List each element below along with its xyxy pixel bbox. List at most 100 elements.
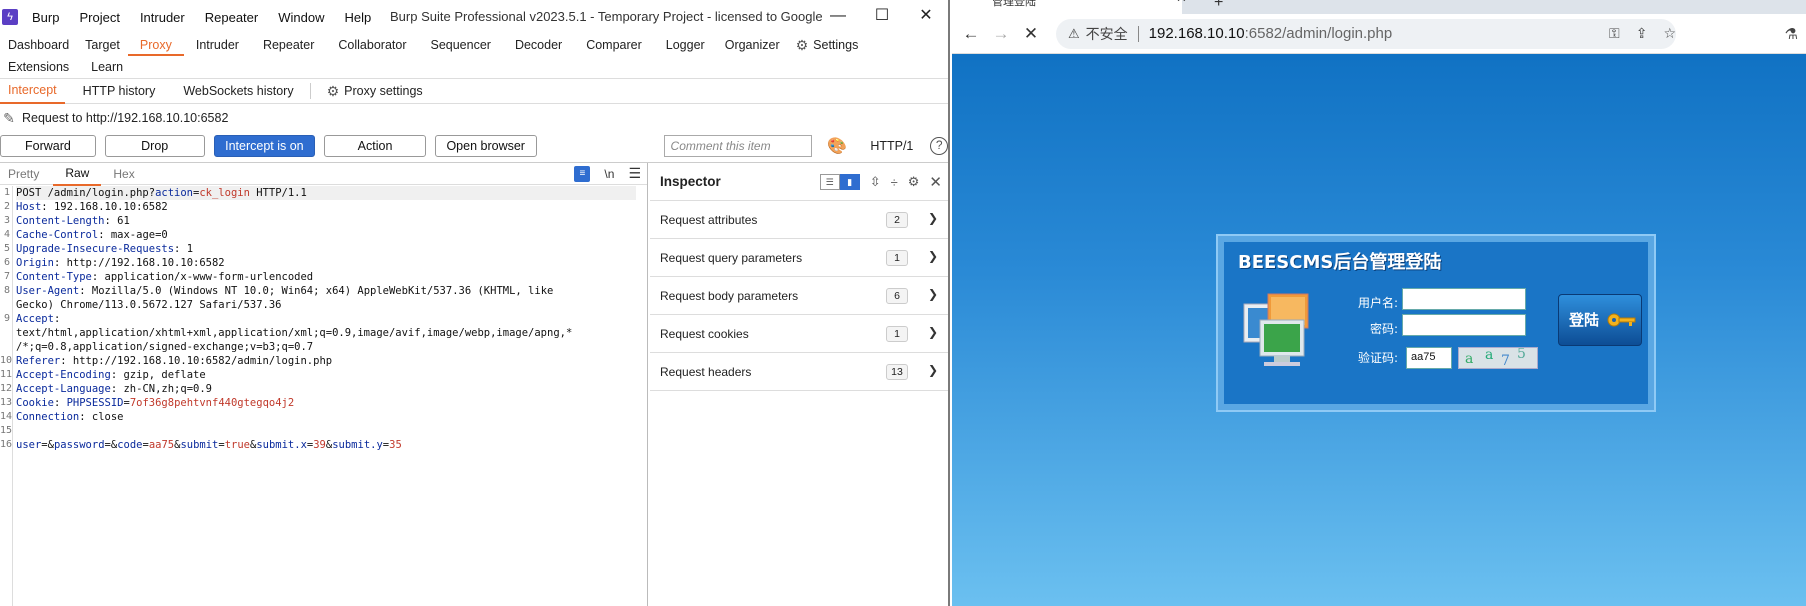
- header-line: Referer: http://192.168.10.10:6582/admin…: [16, 355, 333, 367]
- inspector-row-request-cookies[interactable]: Request cookies 1 ❯: [650, 315, 948, 353]
- inspector-row-request-attributes[interactable]: Request attributes 2 ❯: [650, 201, 948, 239]
- menu-burp[interactable]: Burp: [32, 10, 59, 25]
- line-number: 16: [0, 439, 13, 450]
- intercept-toggle-button[interactable]: Intercept is on: [213, 135, 316, 157]
- browser-tab[interactable]: 管理登陆 ✕: [952, 0, 1187, 14]
- insecure-label[interactable]: 不安全: [1086, 24, 1128, 44]
- share-icon[interactable]: ⇪: [1636, 25, 1648, 42]
- gear-icon[interactable]: ⚙: [908, 174, 920, 190]
- menu-intruder[interactable]: Intruder: [140, 10, 185, 25]
- comment-input[interactable]: Comment this item: [663, 135, 813, 157]
- body-param-name: code: [117, 439, 143, 451]
- tab-learn[interactable]: Learn: [77, 56, 137, 78]
- warning-icon[interactable]: ⚠: [1068, 26, 1080, 42]
- star-icon[interactable]: ☆: [1663, 25, 1676, 42]
- minimize-icon[interactable]: —: [816, 0, 860, 34]
- browser-window: 管理登陆 ✕ + ← → ✕ ⚠ 不安全 192.168.10.10:6582/…: [952, 0, 1806, 606]
- menu-window[interactable]: Window: [278, 10, 324, 25]
- list-view-icon[interactable]: ☰: [819, 174, 840, 190]
- menu-help[interactable]: Help: [344, 10, 371, 25]
- line-number: 8: [3, 285, 10, 296]
- login-box: BEESCMS后台管理登陆 用户名: 密码: 验证码: aa75 a a 7 5…: [1216, 234, 1656, 412]
- help-icon[interactable]: ?: [930, 137, 948, 155]
- tab-websockets-history[interactable]: WebSockets history: [173, 79, 303, 103]
- collapse-all-icon[interactable]: ÷: [891, 175, 898, 190]
- inspector-row-request-query-parameters[interactable]: Request query parameters 1 ❯: [650, 239, 948, 277]
- tab-intercept[interactable]: Intercept: [0, 78, 65, 104]
- drop-button[interactable]: Drop: [104, 135, 205, 157]
- tab-raw[interactable]: Raw: [53, 162, 102, 186]
- proxy-settings-button[interactable]: ⚙ Proxy settings: [317, 79, 433, 103]
- body-param-name: submit.x: [256, 439, 307, 451]
- username-input[interactable]: [1402, 288, 1526, 310]
- captcha-char: a: [1485, 347, 1494, 363]
- expand-all-icon[interactable]: ⇳: [870, 174, 881, 190]
- close-icon[interactable]: ✕: [904, 0, 948, 34]
- maximize-icon[interactable]: ☐: [860, 0, 904, 34]
- close-icon[interactable]: ✕: [929, 173, 942, 191]
- tab-hex[interactable]: Hex: [101, 163, 146, 185]
- code-input[interactable]: aa75: [1406, 347, 1452, 369]
- chevron-down-icon: ❯: [927, 211, 938, 225]
- menu-icon[interactable]: ☰: [628, 165, 641, 182]
- tab-comparer[interactable]: Comparer: [574, 34, 654, 56]
- gear-icon: ⚙: [326, 83, 340, 99]
- body-param-name: user: [16, 439, 42, 451]
- address-bar[interactable]: ⚠ 不安全 192.168.10.10:6582/admin/login.php…: [1056, 18, 1676, 49]
- body-param-name: submit: [180, 439, 219, 451]
- panel-view-icon[interactable]: ▮: [839, 174, 860, 190]
- inspector-header: Inspector ☰ ▮ ⇳ ÷ ⚙ ✕: [650, 163, 948, 201]
- settings-label: Settings: [813, 38, 859, 52]
- captcha-image[interactable]: a a 7 5: [1458, 347, 1538, 369]
- login-panel: BEESCMS后台管理登陆 用户名: 密码: 验证码: aa75 a a 7 5…: [1224, 242, 1648, 404]
- tab-settings[interactable]: ⚙ Settings: [788, 34, 867, 56]
- header-line: Host: 192.168.10.10:6582: [16, 201, 168, 213]
- tab-collaborator[interactable]: Collaborator: [326, 34, 418, 56]
- inspector-row-request-headers[interactable]: Request headers 13 ❯: [650, 353, 948, 391]
- http-version-toggle[interactable]: HTTP/1: [870, 139, 913, 153]
- newline-toggle-icon[interactable]: \n: [604, 167, 614, 181]
- tab-target[interactable]: Target: [77, 34, 128, 56]
- stop-icon[interactable]: ✕: [1016, 24, 1046, 44]
- tab-pretty[interactable]: Pretty: [0, 163, 53, 185]
- tab-dashboard[interactable]: Dashboard: [0, 34, 77, 56]
- word-wrap-icon[interactable]: ≡: [574, 165, 591, 182]
- extension-icon[interactable]: ⚗: [1785, 25, 1798, 43]
- menu-project[interactable]: Project: [79, 10, 119, 25]
- body-param-name: submit.y: [332, 439, 383, 451]
- pencil-icon[interactable]: ✎: [0, 110, 18, 127]
- forward-button[interactable]: Forward: [0, 135, 96, 157]
- open-browser-button[interactable]: Open browser: [434, 135, 537, 157]
- back-icon[interactable]: ←: [956, 24, 986, 44]
- menu-repeater[interactable]: Repeater: [205, 10, 258, 25]
- action-button[interactable]: Action: [324, 135, 426, 157]
- header-line: Origin: http://192.168.10.10:6582: [16, 257, 225, 269]
- login-button[interactable]: 登陆: [1558, 294, 1642, 346]
- header-line: Content-Length: 61: [16, 215, 130, 227]
- header-line: Accept:: [16, 313, 61, 325]
- tab-extensions[interactable]: Extensions: [0, 56, 77, 78]
- forward-icon[interactable]: →: [986, 24, 1016, 44]
- tab-decoder[interactable]: Decoder: [503, 34, 574, 56]
- tab-logger[interactable]: Logger: [654, 34, 717, 56]
- inspector-row-request-body-parameters[interactable]: Request body parameters 6 ❯: [650, 277, 948, 315]
- highlight-color-icon[interactable]: 🎨: [827, 136, 847, 156]
- inspector-row-count: 2: [886, 212, 908, 228]
- tab-sequencer[interactable]: Sequencer: [418, 34, 502, 56]
- new-tab-icon[interactable]: +: [1214, 0, 1223, 12]
- line-number: 6: [3, 257, 10, 268]
- key-icon[interactable]: ⚿: [1609, 25, 1620, 42]
- menu-bar: Burp Project Intruder Repeater Window He…: [32, 10, 391, 25]
- header-continuation: /*;q=0.8,application/signed-exchange;v=b…: [16, 341, 314, 353]
- tab-proxy[interactable]: Proxy: [127, 34, 184, 56]
- tab-intruder[interactable]: Intruder: [184, 34, 251, 56]
- login-title: BEESCMS后台管理登陆: [1238, 252, 1442, 273]
- inspector-panel: Inspector ☰ ▮ ⇳ ÷ ⚙ ✕ Request attributes…: [650, 163, 948, 606]
- tab-http-history[interactable]: HTTP history: [65, 79, 174, 103]
- password-input[interactable]: [1402, 314, 1526, 336]
- tab-repeater[interactable]: Repeater: [251, 34, 326, 56]
- request-to-label: Request to http://192.168.10.10:6582: [22, 111, 229, 125]
- tab-organizer[interactable]: Organizer: [717, 34, 788, 56]
- line-number: 15: [0, 425, 13, 436]
- url-text[interactable]: 192.168.10.10:6582/admin/login.php: [1149, 25, 1393, 42]
